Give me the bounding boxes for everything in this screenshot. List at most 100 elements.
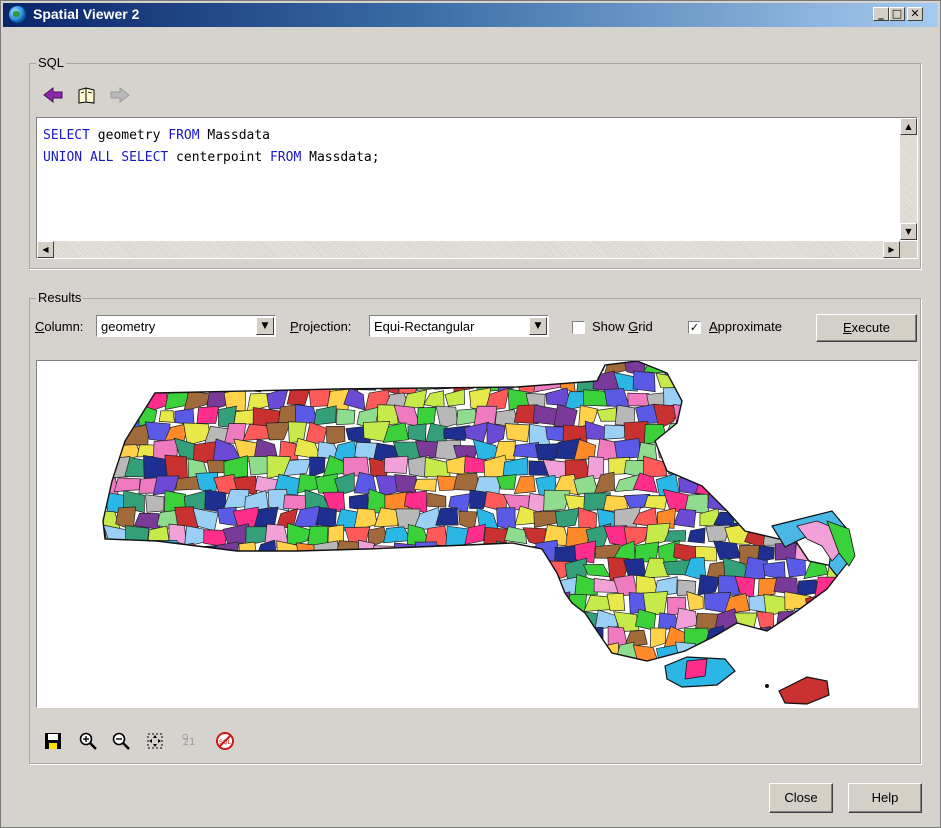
municipality-polygon — [313, 405, 337, 426]
municipality-polygon — [168, 696, 186, 707]
municipality-polygon — [284, 559, 312, 582]
back-arrow-icon[interactable] — [42, 85, 64, 105]
municipality-polygon — [66, 489, 86, 513]
chevron-down-icon[interactable]: ▼ — [256, 317, 274, 335]
municipality-polygon — [323, 595, 345, 612]
municipality-polygon — [183, 592, 211, 614]
municipality-polygon — [74, 511, 96, 530]
vertical-scrollbar[interactable]: ▲ ▼ — [900, 118, 917, 240]
municipality-polygon — [686, 698, 711, 707]
municipality-polygon — [877, 409, 896, 427]
municipality-polygon — [735, 645, 758, 661]
sql-line[interactable]: UNION ALL SELECT centerpoint FROM Massda… — [43, 147, 380, 169]
help-button[interactable]: Help — [848, 783, 922, 813]
zoom-to-fit-icon[interactable] — [145, 731, 165, 751]
municipality-polygon — [716, 474, 742, 496]
municipality-polygon — [506, 361, 530, 376]
municipality-polygon — [255, 539, 278, 561]
municipality-polygon — [138, 375, 155, 392]
sql-query-text[interactable]: SELECT geometry FROM Massdata UNION ALL S… — [43, 125, 380, 169]
municipality-polygon — [554, 507, 580, 529]
municipality-polygon — [807, 456, 830, 478]
show-grid-checkbox[interactable] — [572, 321, 585, 334]
save-icon[interactable] — [43, 731, 63, 751]
chevron-down-icon[interactable]: ▼ — [529, 317, 547, 335]
municipality-polygon — [145, 591, 170, 613]
municipality-polygon — [687, 387, 708, 411]
maximize-button[interactable]: □ — [889, 7, 905, 21]
close-window-button[interactable]: ✕ — [907, 7, 923, 21]
municipality-polygon — [192, 575, 219, 599]
municipality-polygon — [793, 374, 817, 392]
municipality-polygon — [855, 512, 874, 529]
projection-select[interactable]: Equi-Rectangular ▼ — [369, 315, 549, 337]
column-select[interactable]: geometry ▼ — [96, 315, 276, 337]
municipality-polygon — [853, 406, 878, 429]
sql-editor[interactable]: SELECT geometry FROM Massdata UNION ALL S… — [36, 117, 918, 259]
municipality-polygon — [718, 374, 742, 389]
municipality-polygon — [853, 439, 876, 457]
municipality-polygon — [414, 577, 440, 598]
title-bar[interactable]: Spatial Viewer 2 _ □ ✕ — [3, 3, 938, 27]
history-book-icon[interactable] — [76, 85, 98, 105]
municipality-polygon — [75, 542, 97, 562]
municipality-polygon — [537, 577, 561, 595]
map-view[interactable] — [36, 360, 918, 708]
municipality-polygon — [824, 421, 837, 447]
municipality-polygon — [502, 457, 529, 476]
zoom-in-icon[interactable] — [78, 731, 98, 751]
municipality-polygon — [365, 700, 384, 707]
municipality-polygon — [175, 475, 201, 491]
municipality-polygon — [847, 459, 869, 476]
municipality-polygon — [419, 611, 438, 632]
municipality-polygon — [222, 562, 245, 577]
horizontal-scrollbar[interactable]: ◀ ▶ — [37, 241, 900, 258]
massachusetts-map[interactable] — [37, 361, 917, 707]
municipality-polygon — [534, 676, 559, 697]
municipality-polygon — [837, 679, 856, 698]
scroll-left-button[interactable]: ◀ — [37, 241, 54, 258]
scroll-up-button[interactable]: ▲ — [900, 118, 917, 135]
approximate-checkbox[interactable]: ✓ — [688, 321, 701, 334]
municipality-polygon — [203, 659, 231, 661]
approximate-label[interactable]: Approximate — [709, 319, 782, 334]
sql-line[interactable]: SELECT geometry FROM Massdata — [43, 125, 380, 147]
close-button[interactable]: Close — [769, 783, 833, 813]
municipality-polygon — [479, 574, 499, 598]
municipality-polygon — [726, 457, 751, 479]
municipality-polygon — [233, 369, 262, 393]
minimize-button[interactable]: _ — [873, 7, 889, 21]
municipality-polygon — [265, 628, 290, 648]
municipality-polygon — [68, 461, 86, 476]
forward-arrow-icon[interactable] — [109, 85, 131, 105]
municipality-polygon — [63, 389, 86, 410]
scroll-down-button[interactable]: ▼ — [900, 223, 917, 240]
municipality-polygon — [884, 490, 910, 514]
municipality-polygon — [888, 423, 909, 442]
municipality-polygon — [486, 659, 506, 661]
execute-button[interactable]: Execute — [816, 314, 917, 342]
municipality-polygon — [488, 697, 510, 707]
coordinates-icon[interactable]: 21 — [181, 731, 201, 751]
municipality-polygon — [216, 541, 239, 565]
show-grid-label[interactable]: Show Grid — [592, 319, 653, 334]
municipality-polygon — [424, 456, 451, 478]
municipality-polygon — [735, 476, 759, 497]
municipality-polygon — [196, 645, 218, 661]
scroll-right-button[interactable]: ▶ — [883, 241, 900, 258]
municipality-polygon — [75, 580, 99, 599]
municipality-polygon — [103, 595, 128, 610]
municipality-polygon — [528, 361, 546, 375]
municipality-polygon — [669, 696, 685, 707]
municipality-polygon — [387, 658, 411, 661]
clear-sql-icon[interactable]: SQL — [215, 731, 235, 751]
municipality-polygon — [484, 625, 510, 651]
municipality-polygon — [278, 644, 301, 661]
municipality-polygon — [406, 659, 427, 661]
municipality-polygon — [294, 404, 318, 424]
zoom-out-icon[interactable] — [111, 731, 131, 751]
municipality-polygon — [396, 574, 416, 596]
municipality-polygon — [247, 665, 269, 679]
municipality-polygon — [768, 658, 788, 661]
municipality-polygon — [643, 455, 668, 478]
